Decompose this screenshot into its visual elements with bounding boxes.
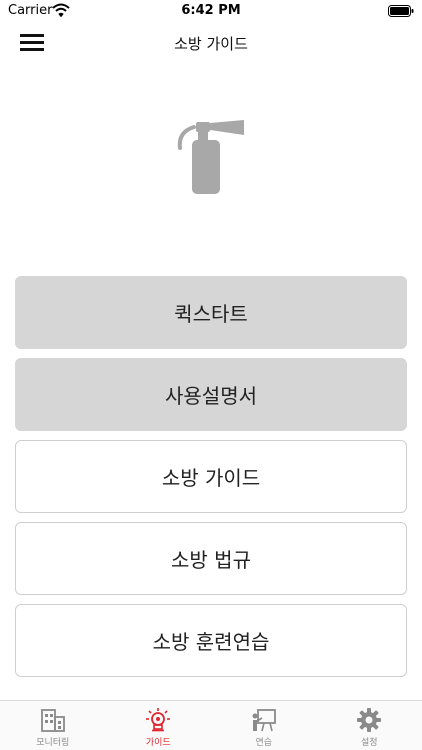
quickstart-button[interactable]: 퀵스타트 xyxy=(15,276,407,349)
gear-icon xyxy=(357,708,382,732)
tab-monitoring[interactable]: 모니터링 xyxy=(0,701,106,750)
nav-bar: 소방 가이드 xyxy=(0,24,422,64)
tab-bar: 모니터링 가이드 연습 설정 xyxy=(0,700,422,750)
tab-practice[interactable]: 연습 xyxy=(211,701,317,750)
status-time: 6:42 PM xyxy=(181,3,241,18)
tab-guide[interactable]: 가이드 xyxy=(106,701,212,750)
tab-settings-label: 설정 xyxy=(360,738,378,748)
alarm-bulb-icon xyxy=(146,708,171,732)
status-bar: Carrier 6:42 PM xyxy=(0,0,422,24)
battery-icon xyxy=(388,5,414,17)
fire-guide-label: 소방 가이드 xyxy=(161,466,261,490)
fire-law-button[interactable]: 소방 법규 xyxy=(15,522,407,595)
user-manual-label: 사용설명서 xyxy=(165,384,257,408)
tab-guide-label: 가이드 xyxy=(145,738,171,748)
fire-extinguisher-icon xyxy=(177,120,244,194)
fire-training-label: 소방 훈련연습 xyxy=(152,630,270,654)
training-board-icon xyxy=(252,709,276,732)
quickstart-label: 퀵스타트 xyxy=(174,302,248,326)
fire-training-button[interactable]: 소방 훈련연습 xyxy=(15,604,407,677)
fire-guide-button[interactable]: 소방 가이드 xyxy=(15,440,407,513)
tab-settings[interactable]: 설정 xyxy=(317,701,422,750)
page-title: 소방 가이드 xyxy=(174,35,248,53)
fire-law-label: 소방 법규 xyxy=(171,548,251,572)
user-manual-button[interactable]: 사용설명서 xyxy=(15,358,407,431)
tab-monitoring-label: 모니터링 xyxy=(36,738,70,748)
building-icon xyxy=(40,709,65,732)
tab-practice-label: 연습 xyxy=(255,738,273,748)
guide-menu-list: 퀵스타트 사용설명서 소방 가이드 소방 법규 소방 훈련연습 xyxy=(15,276,407,686)
